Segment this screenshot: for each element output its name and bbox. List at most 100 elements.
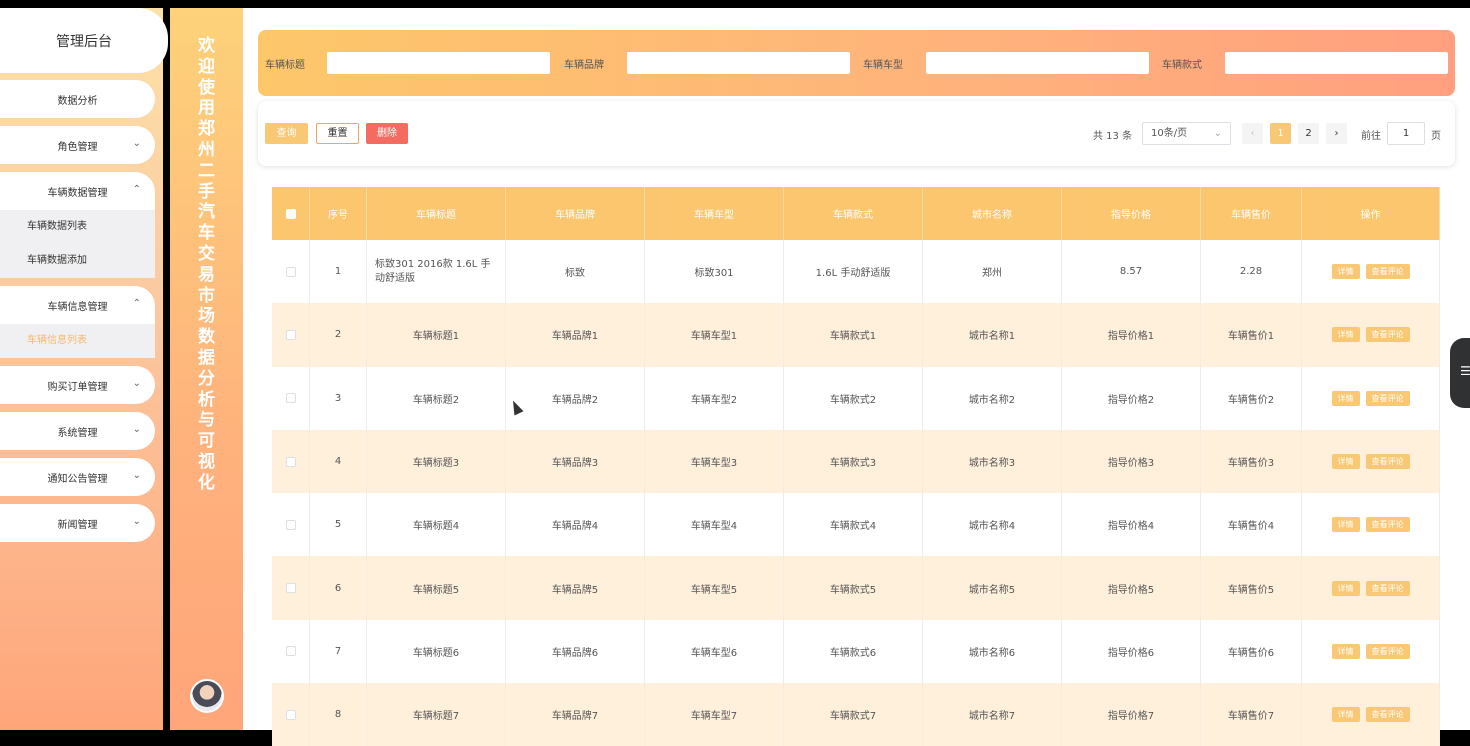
next-page-button[interactable]: › — [1326, 123, 1347, 144]
row-actions: 详情 查看评论 — [1302, 493, 1440, 557]
row-checkbox[interactable] — [285, 709, 296, 720]
banner-char: 使 — [198, 77, 215, 98]
reset-button[interactable]: 重置 — [316, 123, 359, 144]
search-label-style: 车辆款式 — [1162, 60, 1202, 71]
search-label-title: 车辆标题 — [265, 60, 305, 71]
table-cell: 城市名称6 — [923, 619, 1062, 684]
select-all-cell — [272, 187, 310, 240]
table-row[interactable]: 4 车辆标题3 车辆品牌3 车辆车型3 车辆款式3 城市名称3 指导价格3 车辆售价3 详情 查看… — [272, 429, 1440, 494]
sidebar-item[interactable]: 数据分析 — [0, 80, 155, 118]
view-comments-button[interactable]: 查看评论 — [1365, 390, 1410, 406]
detail-button[interactable]: 详情 — [1331, 580, 1360, 596]
row-checkbox[interactable] — [285, 583, 296, 594]
detail-button[interactable]: 详情 — [1331, 327, 1360, 343]
search-input-title[interactable] — [327, 52, 550, 74]
query-button[interactable]: 查询 — [265, 123, 308, 144]
table-cell: 车辆售价3 — [1201, 429, 1302, 494]
table-cell: 车辆款式2 — [784, 366, 923, 430]
sidebar-item[interactable]: 车辆信息管理 ⌃ — [0, 286, 155, 324]
table-row[interactable]: 7 车辆标题6 车辆品牌6 车辆车型6 车辆款式6 城市名称6 指导价格6 车辆售价6 详情 查看… — [272, 619, 1440, 684]
side-drawer-tab[interactable]: ☰ — [1450, 338, 1470, 408]
select-all-checkbox[interactable] — [285, 208, 296, 219]
detail-button[interactable]: 详情 — [1331, 454, 1360, 470]
detail-button[interactable]: 详情 — [1331, 707, 1360, 723]
row-select-cell — [272, 556, 310, 620]
prev-page-button[interactable]: ‹ — [1242, 123, 1263, 144]
banner-char: 视 — [198, 451, 215, 472]
sidebar-item[interactable]: 通知公告管理 ⌄ — [0, 458, 155, 496]
row-checkbox[interactable] — [285, 329, 296, 340]
avatar[interactable] — [190, 679, 224, 713]
table-cell: 车辆车型3 — [645, 429, 784, 494]
sidebar-menu: 数据分析角色管理 ⌄ 车辆数据管理 ⌃ 车辆数据列表 车辆数据添加车辆信息管理 ⌃ 车辆信息列… — [0, 80, 163, 550]
table-cell: 车辆标题1 — [367, 303, 506, 367]
view-comments-button[interactable]: 查看评论 — [1365, 517, 1410, 533]
table-row[interactable]: 8 车辆标题7 车辆品牌7 车辆车型7 车辆款式7 城市名称7 指导价格7 车辆售价7 详情 查看… — [272, 683, 1440, 746]
table-cell: 8.57 — [1062, 240, 1201, 304]
row-select-cell — [272, 240, 310, 304]
sidebar-item[interactable]: 购买订单管理 ⌄ — [0, 366, 155, 404]
sidebar-subitem[interactable]: 车辆数据列表 — [0, 210, 155, 244]
view-comments-button[interactable]: 查看评论 — [1365, 327, 1410, 343]
table-cell: 8 — [310, 683, 367, 746]
page-size-select[interactable]: 10条/页 ⌄ — [1142, 122, 1231, 145]
row-checkbox[interactable] — [285, 456, 296, 467]
table-cell: 指导价格1 — [1062, 303, 1201, 367]
goto-page-input[interactable]: 1 — [1387, 122, 1425, 145]
column-header: 指导价格 — [1062, 187, 1201, 240]
table-cell: 车辆车型6 — [645, 619, 784, 684]
sidebar-item[interactable]: 系统管理 ⌄ — [0, 412, 155, 450]
table-cell: 车辆标题3 — [367, 429, 506, 494]
sidebar-item[interactable]: 新闻管理 ⌄ — [0, 504, 155, 542]
view-comments-button[interactable]: 查看评论 — [1365, 580, 1410, 596]
row-checkbox[interactable] — [285, 393, 296, 404]
sidebar-subitem[interactable]: 车辆信息列表 — [0, 324, 155, 358]
table-row[interactable]: 3 车辆标题2 车辆品牌2 车辆车型2 车辆款式2 城市名称2 指导价格2 车辆售价2 详情 查看… — [272, 366, 1440, 430]
column-header: 车辆标题 — [367, 187, 506, 240]
column-header: 操作 — [1302, 187, 1440, 240]
detail-button[interactable]: 详情 — [1331, 390, 1360, 406]
toolbar: 查询 重置 删除 共 13 条 10条/页 ⌄ ‹ 1 2 › 前往 1 页 — [258, 101, 1455, 166]
table-row[interactable]: 5 车辆标题4 车辆品牌4 车辆车型4 车辆款式4 城市名称4 指导价格4 车辆售价4 详情 查看… — [272, 493, 1440, 557]
banner-char: 分 — [198, 368, 215, 389]
table-cell: 城市名称7 — [923, 683, 1062, 746]
table-cell: 车辆售价6 — [1201, 619, 1302, 684]
view-comments-button[interactable]: 查看评论 — [1365, 454, 1410, 470]
row-checkbox[interactable] — [285, 519, 296, 530]
detail-button[interactable]: 详情 — [1331, 264, 1360, 280]
table-cell: 车辆售价1 — [1201, 303, 1302, 367]
table-cell: 车辆款式5 — [784, 556, 923, 620]
table-cell: 城市名称1 — [923, 303, 1062, 367]
sidebar-subitem[interactable]: 车辆数据添加 — [0, 244, 155, 278]
table-row[interactable]: 2 车辆标题1 车辆品牌1 车辆车型1 车辆款式1 城市名称1 指导价格1 车辆售价1 详情 查看… — [272, 303, 1440, 367]
row-actions: 详情 查看评论 — [1302, 619, 1440, 684]
table-cell: 1 — [310, 240, 367, 304]
table-cell: 3 — [310, 366, 367, 430]
chevron-icon: ⌄ — [132, 516, 141, 527]
view-comments-button[interactable]: 查看评论 — [1365, 264, 1410, 280]
sidebar-title: 管理后台 — [0, 8, 168, 73]
banner-char: 郑 — [198, 119, 215, 140]
sidebar-item[interactable]: 车辆数据管理 ⌃ — [0, 172, 155, 210]
search-input-brand[interactable] — [627, 52, 850, 74]
page-1-button[interactable]: 1 — [1270, 123, 1291, 144]
view-comments-button[interactable]: 查看评论 — [1365, 643, 1410, 659]
search-bar: 车辆标题 车辆品牌 车辆车型 车辆款式 — [258, 30, 1455, 96]
row-checkbox[interactable] — [285, 266, 296, 277]
search-input-style[interactable] — [1225, 52, 1448, 74]
view-comments-button[interactable]: 查看评论 — [1365, 707, 1410, 723]
banner-char: 车 — [198, 223, 215, 244]
search-input-model[interactable] — [926, 52, 1149, 74]
sidebar-item-label: 购买订单管理 — [47, 381, 108, 393]
table-row[interactable]: 6 车辆标题5 车辆品牌5 车辆车型5 车辆款式5 城市名称5 指导价格5 车辆售价5 详情 查看… — [272, 556, 1440, 620]
table-row[interactable]: 1 标致301 2016款 1.6L 手动舒适版 标致 标致301 1.6L 手动舒适版… — [272, 240, 1440, 304]
table-cell: 2 — [310, 303, 367, 367]
detail-button[interactable]: 详情 — [1331, 643, 1360, 659]
row-checkbox[interactable] — [285, 646, 296, 657]
detail-button[interactable]: 详情 — [1331, 517, 1360, 533]
page-2-button[interactable]: 2 — [1298, 123, 1319, 144]
row-actions: 详情 查看评论 — [1302, 240, 1440, 304]
table-cell: 指导价格7 — [1062, 683, 1201, 746]
delete-button[interactable]: 删除 — [366, 123, 408, 144]
sidebar-item[interactable]: 角色管理 ⌄ — [0, 126, 155, 164]
